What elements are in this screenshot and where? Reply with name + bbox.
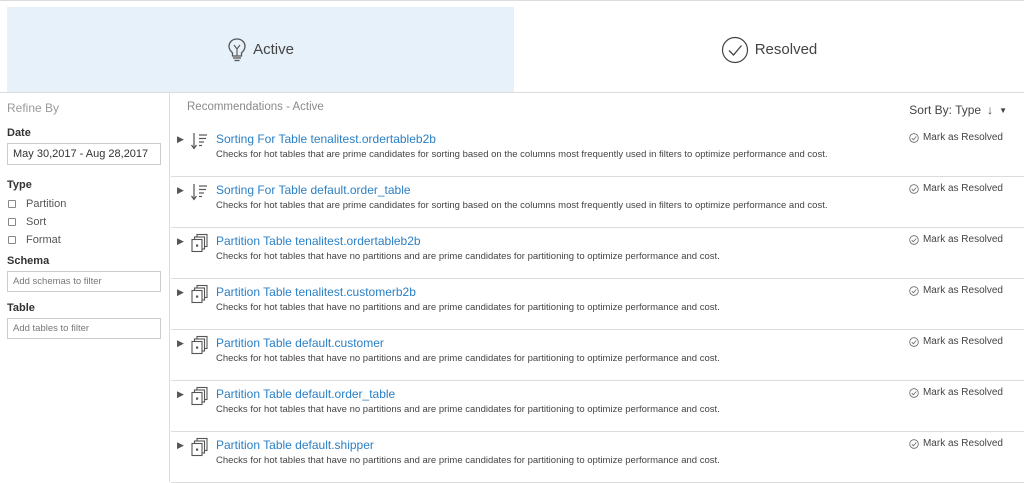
recommendation-row: ▶ Partition Table tenalitest.ordertableb… (171, 228, 1024, 279)
partition-icon (190, 335, 210, 360)
recommendations-title: Recommendations - Active (187, 101, 324, 113)
recommendation-title-link[interactable]: Sorting For Table tenalitest.ordertableb… (216, 132, 436, 146)
partition-icon (190, 233, 210, 258)
recommendation-title-link[interactable]: Sorting For Table default.order_table (216, 183, 411, 197)
tab-resolved[interactable]: Resolved (514, 7, 1024, 92)
sort-icon (190, 182, 210, 207)
check-circle-icon (909, 132, 919, 143)
recommendation-title-link[interactable]: Partition Table tenalitest.ordertableb2b (216, 234, 421, 248)
sort-icon (190, 131, 210, 156)
type-filter-format[interactable]: Format (7, 231, 169, 249)
schema-label: Schema (7, 255, 50, 267)
sort-by-dropdown[interactable]: Sort By: Type ↓ ▼ (909, 103, 1007, 117)
checkbox[interactable] (8, 236, 16, 244)
partition-icon (190, 386, 210, 411)
check-circle-icon (909, 285, 919, 296)
checkbox[interactable] (8, 200, 16, 208)
recommendation-row: ▶ Partition Table default.customer Checks… (171, 330, 1024, 381)
refine-by-title: Refine By (7, 101, 60, 115)
expand-caret-icon[interactable]: ▶ (177, 236, 184, 247)
expand-caret-icon[interactable]: ▶ (177, 389, 184, 400)
table-filter-input[interactable] (7, 318, 161, 339)
tab-active[interactable]: Active (7, 7, 514, 92)
check-circle-icon (909, 336, 919, 347)
recommendation-row: ▶ Partition Table default.order_table Che… (171, 381, 1024, 432)
expand-caret-icon[interactable]: ▶ (177, 287, 184, 298)
sort-direction-icon[interactable]: ↓ (987, 103, 993, 117)
date-range-picker[interactable]: May 30,2017 - Aug 28,2017 (7, 143, 161, 165)
check-circle-icon (721, 36, 749, 64)
date-label: Date (7, 127, 31, 139)
check-circle-icon (909, 234, 919, 245)
recommendation-description: Checks for hot tables that have no parti… (216, 455, 720, 466)
recommendation-title-link[interactable]: Partition Table tenalitest.customerb2b (216, 285, 416, 299)
tab-active-label: Active (253, 41, 294, 58)
mark-as-resolved-label: Mark as Resolved (922, 438, 1003, 449)
sort-by-label: Sort By: Type (909, 103, 982, 117)
recommendation-description: Checks for hot tables that have no parti… (216, 251, 720, 262)
partition-icon (190, 284, 210, 309)
recommendation-description: Checks for hot tables that have no parti… (216, 404, 720, 415)
expand-caret-icon[interactable]: ▶ (177, 185, 184, 196)
lightbulb-icon (227, 37, 247, 63)
mark-as-resolved-button[interactable]: Mark as Resolved (909, 336, 1003, 347)
caret-down-icon[interactable]: ▼ (999, 106, 1007, 115)
mark-as-resolved-label: Mark as Resolved (922, 234, 1003, 245)
recommendation-description: Checks for hot tables that are prime can… (216, 149, 828, 160)
mark-as-resolved-button[interactable]: Mark as Resolved (909, 387, 1003, 398)
type-option-label: Partition (26, 198, 67, 210)
expand-caret-icon[interactable]: ▶ (177, 134, 184, 145)
recommendation-row: ▶ Sorting For Table default.order_table C… (171, 177, 1024, 228)
type-option-label: Sort (26, 216, 47, 228)
top-border (0, 0, 1024, 1)
mark-as-resolved-button[interactable]: Mark as Resolved (909, 438, 1003, 449)
table-label: Table (7, 302, 35, 314)
recommendation-row: ▶ Partition Table default.shipper Checks … (171, 432, 1024, 483)
recommendation-row: ▶ Sorting For Table tenalitest.ordertabl… (171, 126, 1024, 177)
expand-caret-icon[interactable]: ▶ (177, 338, 184, 349)
mark-as-resolved-label: Mark as Resolved (922, 387, 1003, 398)
type-filter-partition[interactable]: Partition (7, 195, 169, 213)
mark-as-resolved-button[interactable]: Mark as Resolved (909, 285, 1003, 296)
check-circle-icon (909, 183, 919, 194)
recommendation-title-link[interactable]: Partition Table default.customer (216, 336, 384, 350)
partition-icon (190, 437, 210, 462)
recommendation-description: Checks for hot tables that have no parti… (216, 353, 720, 364)
recommendation-title-link[interactable]: Partition Table default.order_table (216, 387, 395, 401)
mark-as-resolved-label: Mark as Resolved (922, 336, 1003, 347)
checkbox[interactable] (8, 218, 16, 226)
status-tabs: Active Resolved (7, 7, 1024, 92)
type-option-label: Format (26, 234, 61, 246)
recommendations-panel: Recommendations - Active Sort By: Type ↓… (171, 93, 1024, 483)
mark-as-resolved-label: Mark as Resolved (922, 285, 1003, 296)
recommendation-title-link[interactable]: Partition Table default.shipper (216, 438, 374, 452)
mark-as-resolved-button[interactable]: Mark as Resolved (909, 183, 1003, 194)
expand-caret-icon[interactable]: ▶ (177, 440, 184, 451)
type-label: Type (7, 179, 32, 191)
schema-filter-input[interactable] (7, 271, 161, 292)
type-filter-sort[interactable]: Sort (7, 213, 169, 231)
recommendation-row: ▶ Partition Table tenalitest.customerb2b… (171, 279, 1024, 330)
tab-resolved-label: Resolved (754, 41, 818, 58)
mark-as-resolved-label: Mark as Resolved (922, 132, 1003, 143)
check-circle-icon (909, 438, 919, 449)
check-circle-icon (909, 387, 919, 398)
mark-as-resolved-button[interactable]: Mark as Resolved (909, 234, 1003, 245)
refine-sidebar: Refine By Date May 30,2017 - Aug 28,2017… (0, 93, 170, 482)
mark-as-resolved-label: Mark as Resolved (922, 183, 1003, 194)
recommendation-description: Checks for hot tables that are prime can… (216, 200, 828, 211)
mark-as-resolved-button[interactable]: Mark as Resolved (909, 132, 1003, 143)
recommendation-description: Checks for hot tables that have no parti… (216, 302, 720, 313)
